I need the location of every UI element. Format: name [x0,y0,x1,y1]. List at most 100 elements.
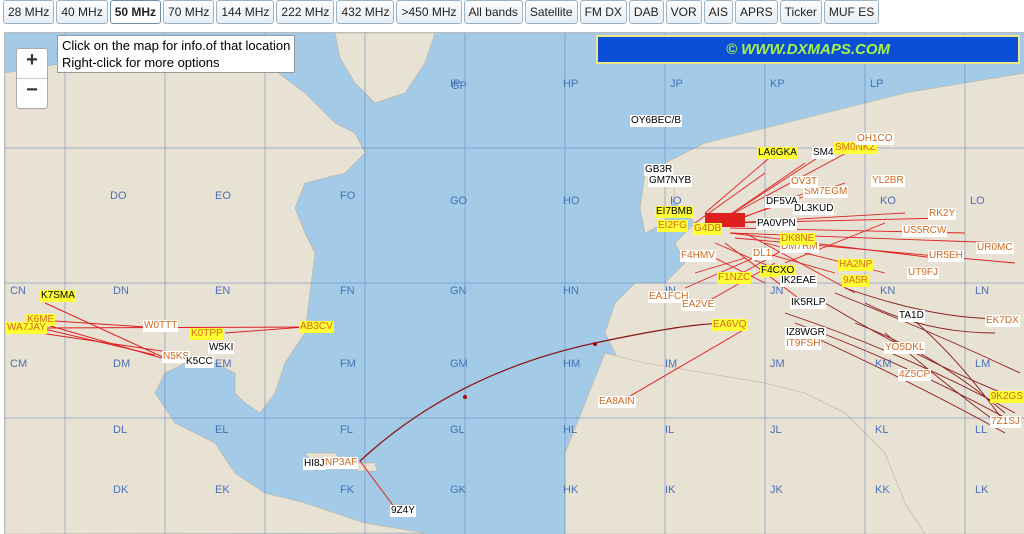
tab-satellite[interactable]: Satellite [524,0,578,24]
grid-square-label: DM [113,358,131,370]
grid-square-label: IL [665,424,675,436]
station-label[interactable]: F4HMV [680,250,716,262]
station-label[interactable]: OH1CO [856,133,894,145]
grid-square-label: HK [563,484,579,496]
band-tabs: 28 MHz 40 MHz 50 MHz 70 MHz 144 MHz 222 MHz 43… [0,0,880,24]
station-label[interactable]: AB3CV [299,321,334,333]
tab-50-mhz[interactable]: 50 MHz [109,0,162,24]
zoom-out-button[interactable]: − [17,78,47,108]
grid-square-label: JK [770,484,783,496]
grid-square-label: EM [215,358,232,370]
grid-square-label: LO [970,195,985,207]
station-label[interactable]: IK5RLP [790,297,827,309]
grid-square-label: FO [340,190,356,202]
station-label[interactable]: GM7NYB [648,175,693,187]
station-label[interactable]: UT9FJ [907,267,939,279]
station-label[interactable]: 4Z5CP [898,369,932,381]
station-label[interactable]: F1NZC [717,272,752,284]
station-label[interactable]: YO5DKL [884,342,926,354]
tab-fm-dx[interactable]: FM DX [579,0,627,24]
station-label[interactable]: IT9FSH [785,338,822,350]
tab-28-mhz[interactable]: 28 MHz [3,0,55,24]
station-label[interactable]: G4DB [693,223,723,235]
tab-ticker[interactable]: Ticker [779,0,822,24]
station-label[interactable]: IK2EAE [780,275,818,287]
info-line-2: Right-click for more options [62,55,220,70]
map-canvas[interactable] [4,32,1024,534]
station-label[interactable]: PA0VPN [756,218,797,230]
station-label[interactable]: UR0MC [976,242,1014,254]
station-label[interactable]: UR5EH [928,250,964,262]
tab-all-bands[interactable]: All bands [463,0,523,24]
tab-vor[interactable]: VOR [665,0,702,24]
station-label[interactable]: K0TPP [190,328,224,340]
grid-square-label: EO [215,190,231,202]
station-label[interactable]: EI2FG [657,220,688,232]
station-label[interactable]: TA1D [898,310,925,322]
station-label[interactable]: HI8J [303,458,326,470]
grid-square-label: HL [563,424,578,436]
grid-square-label: FM [340,358,356,370]
tab-70-mhz[interactable]: 70 MHz [163,0,215,24]
tab-432-mhz[interactable]: 432 MHz [336,0,395,24]
map-svg [5,33,1024,534]
station-label[interactable]: K5CC [185,356,214,368]
station-label[interactable]: 9Z4Y [390,505,416,517]
station-label[interactable]: NP3AF [324,457,359,469]
tab-aprs[interactable]: APRS [734,0,778,24]
grid-square-label: HN [563,285,579,297]
station-label[interactable]: LA6GKA [757,147,798,159]
grid-square-label: GO [450,195,468,207]
tab-222-mhz[interactable]: 222 MHz [276,0,335,24]
grid-square-label: DL [113,424,128,436]
tab-muf-es[interactable]: MUF ES [823,0,880,24]
station-label[interactable]: RK2Y [928,208,957,220]
info-line-1: Click on the map for info.of that locati… [62,38,291,53]
tab-144-mhz[interactable]: 144 MHz [216,0,275,24]
station-label[interactable]: HA2NP [838,259,874,271]
zoom-control: + − [16,48,48,109]
grid-square-label: HO [563,195,580,207]
grid-square-label: IK [665,484,676,496]
grid-square-label: KK [875,484,890,496]
station-label[interactable]: DL3KUD [793,203,835,215]
grid-square-label: KN [880,285,896,297]
station-label[interactable]: EA6VQ [712,319,748,331]
station-label[interactable]: K7SMA [40,290,76,302]
grid-square-label: FL [340,424,353,436]
station-label[interactable]: WA7JAY [6,322,47,334]
station-label[interactable]: EK7DX [985,315,1020,327]
station-label[interactable]: 9K2GS [989,391,1024,403]
station-label[interactable]: OV3T [790,176,819,188]
grid-square-label: KP [770,78,785,90]
station-label[interactable]: SM4 [812,147,835,159]
station-label[interactable]: DL1 [752,248,773,260]
grid-square-label: EN [215,285,231,297]
station-label[interactable]: YL2BR [871,175,905,187]
grid-square-label: GM [450,358,468,370]
grid-square-label: HM [563,358,581,370]
grid-square-label: GP [451,80,467,92]
grid-square-label: JL [770,424,782,436]
station-label[interactable]: EA2VE [681,299,716,311]
station-label[interactable]: US5RCW [902,225,948,237]
zoom-in-button[interactable]: + [17,49,47,78]
station-label[interactable]: W0TTT [143,320,179,332]
grid-square-label: GL [450,424,465,436]
grid-square-label: DK [113,484,129,496]
grid-square-label: LK [975,484,989,496]
tab-ais[interactable]: AIS [703,0,733,24]
tab-dab[interactable]: DAB [628,0,664,24]
grid-square-label: GN [450,285,467,297]
station-label[interactable]: EA8AIN [598,396,636,408]
brand-banner[interactable]: © WWW.DXMAPS.COM [596,35,1020,64]
station-label[interactable]: 7Z1SJ [990,416,1021,428]
station-label[interactable]: 9A5R [842,275,870,287]
station-label[interactable]: OY6BEC/B [630,115,683,127]
station-label[interactable]: DK8NE [780,233,816,245]
grid-square-label: LL [975,424,988,436]
tab-450-mhz[interactable]: >450 MHz [396,0,462,24]
station-label[interactable]: W5KI [208,342,235,354]
station-label[interactable]: EI7BMB [655,206,694,218]
tab-40-mhz[interactable]: 40 MHz [56,0,108,24]
